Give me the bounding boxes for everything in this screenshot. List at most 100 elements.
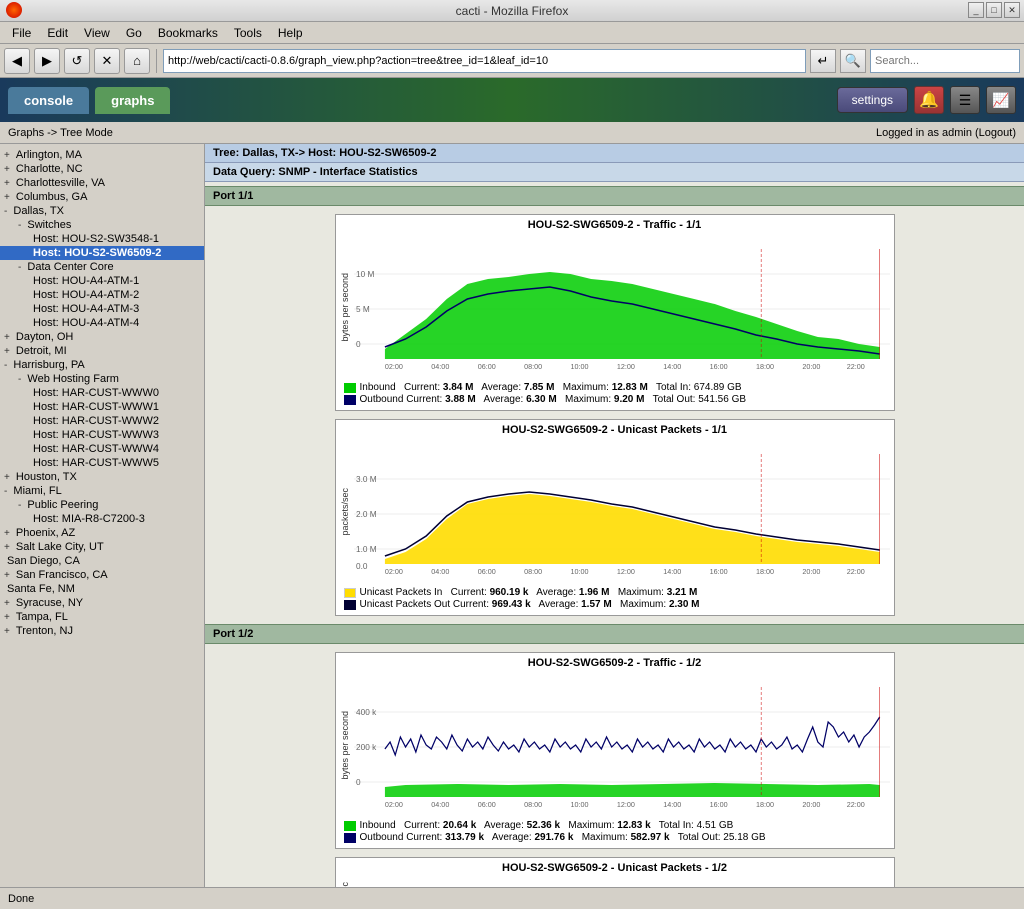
sidebar-item-publicpeering[interactable]: - Public Peering [0,498,204,512]
sidebar-item-www2[interactable]: Host: HAR-CUST-WWW2 [0,414,204,428]
sidebar-item-houston[interactable]: + Houston, TX [0,470,204,484]
reload-button[interactable]: ↺ [64,48,90,74]
address-bar[interactable] [163,49,806,73]
graph-unicast-12-ylabel: packets/sec [336,878,354,887]
expand-icon: + [4,472,10,483]
minimize-button[interactable]: _ [968,2,984,18]
sidebar-item-www5[interactable]: Host: HAR-CUST-WWW5 [0,456,204,470]
breadcrumb-bar: Graphs -> Tree Mode Logged in as admin (… [0,122,1024,144]
sidebar-item-columbus[interactable]: + Columbus, GA [0,190,204,204]
graph-unicast-11-legend: Unicast Packets In Current: 960.19 k Ave… [336,584,894,615]
svg-text:06:00: 06:00 [477,363,495,371]
graph-traffic-12-svg: 400 k 200 k 0 02:00 04:00 06:00 08:00 10… [354,677,890,817]
alert-icon-button[interactable]: 🔔 [914,86,944,114]
expand-icon: + [4,332,10,343]
chart-icon-button[interactable]: 📈 [986,86,1016,114]
sidebar-item-tampa[interactable]: + Tampa, FL [0,610,204,624]
sidebar-item-santafe[interactable]: Santa Fe, NM [0,582,204,596]
inbound-swatch [344,383,356,393]
expand-icon: + [4,612,10,623]
svg-text:12:00: 12:00 [616,568,634,576]
sidebar-item-www3[interactable]: Host: HAR-CUST-WWW3 [0,428,204,442]
outbound-12-swatch [344,833,356,843]
stop-button[interactable]: ✕ [94,48,120,74]
sidebar-item-miami[interactable]: - Miami, FL [0,484,204,498]
main-layout: + Arlington, MA + Charlotte, NC + Charlo… [0,144,1024,887]
maximize-button[interactable]: □ [986,2,1002,18]
svg-text:06:00: 06:00 [477,568,495,576]
status-text: Done [8,893,34,905]
go-button[interactable]: ↵ [810,49,836,73]
sidebar-item-www4[interactable]: Host: HAR-CUST-WWW4 [0,442,204,456]
sidebar-item-saltlake[interactable]: + Salt Lake City, UT [0,540,204,554]
expand-icon: + [4,178,10,189]
menubar: File Edit View Go Bookmarks Tools Help [0,22,1024,44]
sidebar-item-dayton[interactable]: + Dayton, OH [0,330,204,344]
settings-button[interactable]: settings [837,87,908,113]
sidebar-item-dallas[interactable]: - Dallas, TX [0,204,204,218]
expand-icon: + [4,164,10,175]
menu-go[interactable]: Go [118,24,150,42]
tab-console[interactable]: console [8,87,89,114]
collapse-icon: - [4,206,7,217]
collapse-icon: - [18,220,21,231]
logged-in-label: Logged in as admin (Logout) [876,127,1016,139]
svg-text:18:00: 18:00 [756,801,774,809]
sidebar-item-atm3[interactable]: Host: HOU-A4-ATM-3 [0,302,204,316]
sidebar-item-datacenter[interactable]: - Data Center Core [0,260,204,274]
sidebar-item-detroit[interactable]: + Detroit, MI [0,344,204,358]
svg-text:1.0 M: 1.0 M [356,545,377,554]
sidebar-item-phoenix[interactable]: + Phoenix, AZ [0,526,204,540]
tab-graphs[interactable]: graphs [95,87,170,114]
graph-traffic-11-svg: 10 M 5 M 0 02:00 04:00 06:00 08:00 10:00 [354,239,890,379]
address-bar-container: ↵ [163,49,836,73]
sidebar-item-sanfrancisco[interactable]: + San Francisco, CA [0,568,204,582]
svg-text:14:00: 14:00 [663,568,681,576]
svg-text:10:00: 10:00 [570,363,588,371]
sidebar-item-atm1[interactable]: Host: HOU-A4-ATM-1 [0,274,204,288]
sidebar-item-syracuse[interactable]: + Syracuse, NY [0,596,204,610]
sidebar-item-trenton[interactable]: + Trenton, NJ [0,624,204,638]
graph-unicast-11-svg: 3.0 M 2.0 M 1.0 M 0.0 02:00 04:00 06:00 … [354,444,890,584]
expand-icon: + [4,528,10,539]
sidebar-item-atm4[interactable]: Host: HOU-A4-ATM-4 [0,316,204,330]
search-input[interactable] [870,49,1020,73]
outbound-swatch [344,395,356,405]
sidebar-item-charlottesville[interactable]: + Charlottesville, VA [0,176,204,190]
sidebar-item-switches[interactable]: - Switches [0,218,204,232]
list-icon-button[interactable]: ☰ [950,86,980,114]
collapse-icon: - [4,486,7,497]
sidebar-item-atm2[interactable]: Host: HOU-A4-ATM-2 [0,288,204,302]
sidebar-item-www0[interactable]: Host: HAR-CUST-WWW0 [0,386,204,400]
sidebar-item-webhostingfarm[interactable]: - Web Hosting Farm [0,372,204,386]
svg-text:3.0 M: 3.0 M [356,475,377,484]
tree-label: Tree: [213,147,239,159]
unicast-in-label: Unicast Packets In Current: 960.19 k Ave… [360,587,698,598]
forward-button[interactable]: ▶ [34,48,60,74]
sidebar-item-arlington[interactable]: + Arlington, MA [0,148,204,162]
menu-view[interactable]: View [76,24,118,42]
back-button[interactable]: ◀ [4,48,30,74]
sidebar-item-sw3548[interactable]: Host: HOU-S2-SW3548-1 [0,232,204,246]
graph-unicast-11: HOU-S2-SWG6509-2 - Unicast Packets - 1/1… [335,419,895,616]
sidebar-item-sw6509[interactable]: Host: HOU-S2-SW6509-2 [0,246,204,260]
search-icon-btn[interactable]: 🔍 [840,49,866,73]
menu-help[interactable]: Help [270,24,311,42]
graph-traffic-12-ylabel: bytes per second [336,707,354,784]
tree-info-bar: Tree: Dallas, TX-> Host: HOU-S2-SW6509-2 [205,144,1024,163]
sidebar-item-sandiego[interactable]: San Diego, CA [0,554,204,568]
home-button[interactable]: ⌂ [124,48,150,74]
svg-text:5 M: 5 M [356,305,370,314]
sidebar-item-charlotte[interactable]: + Charlotte, NC [0,162,204,176]
close-button[interactable]: ✕ [1004,2,1020,18]
menu-edit[interactable]: Edit [39,24,76,42]
menu-file[interactable]: File [4,24,39,42]
menu-tools[interactable]: Tools [226,24,270,42]
sidebar-item-harrisburg[interactable]: - Harrisburg, PA [0,358,204,372]
sidebar-item-www1[interactable]: Host: HAR-CUST-WWW1 [0,400,204,414]
svg-text:20:00: 20:00 [802,363,820,371]
menu-bookmarks[interactable]: Bookmarks [150,24,226,42]
sidebar-item-c7200[interactable]: Host: MIA-R8-C7200-3 [0,512,204,526]
expand-icon: + [4,598,10,609]
graph-traffic-11-title: HOU-S2-SWG6509-2 - Traffic - 1/1 [336,215,894,235]
